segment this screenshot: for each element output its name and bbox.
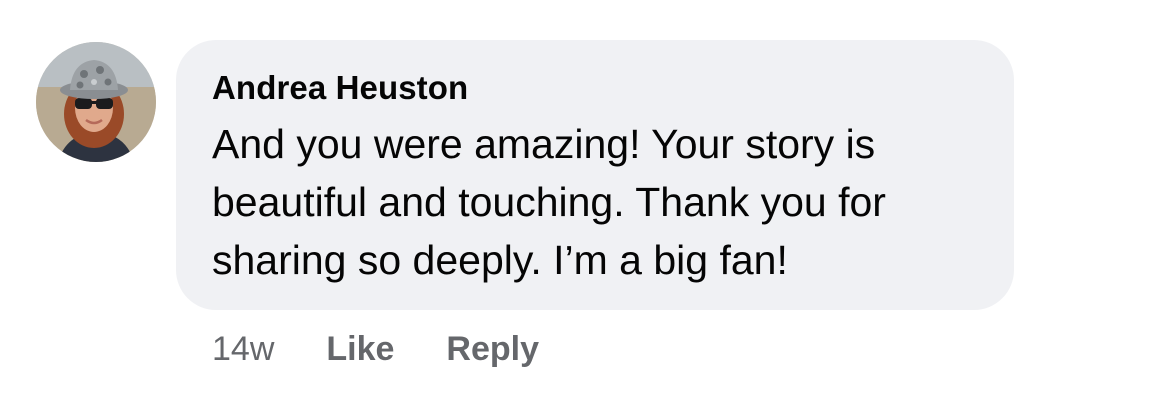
comment-actions: 14w Like Reply [212, 326, 591, 372]
comment-text: And you were amazing! Your story is beau… [212, 115, 978, 289]
avatar[interactable] [36, 42, 156, 162]
comment-text-line: And you were amazing! Your story is [212, 121, 876, 167]
profile-photo-icon [36, 42, 156, 162]
like-button[interactable]: Like [326, 330, 394, 369]
reply-button[interactable]: Reply [446, 330, 539, 369]
comment-author-name[interactable]: Andrea Heuston [212, 65, 468, 111]
comment-text-line: sharing so deeply. I’m a big fan! [212, 237, 788, 283]
comment-text-line: beautiful and touching. Thank you for [212, 179, 886, 225]
comment-timestamp[interactable]: 14w [212, 330, 274, 369]
comment-bubble: Andrea Heuston And you were amazing! You… [176, 40, 1014, 310]
